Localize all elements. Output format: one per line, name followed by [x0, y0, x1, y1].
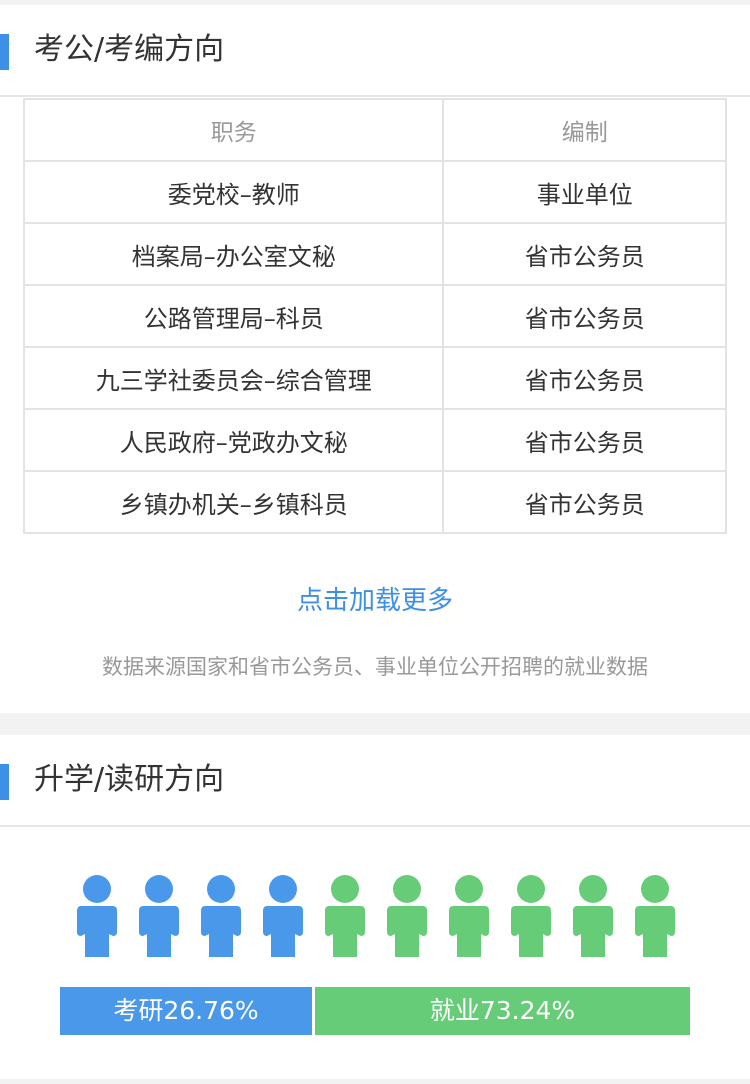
person-head: [83, 875, 111, 903]
employment-bar: 就业73.24%: [315, 987, 690, 1035]
person-employment-icon: [573, 875, 613, 957]
further-study-title: 升学/读研方向: [34, 762, 225, 797]
position-cell: 乡镇办机关–乡镇科员: [22, 470, 445, 534]
person-graduate-icon: [263, 875, 303, 957]
section-accent-bar: [0, 764, 9, 800]
table-row: 公路管理局–科员 省市公务员: [22, 284, 727, 348]
staffing-cell: 省市公务员: [442, 346, 727, 410]
column-header-staffing: 编制: [442, 98, 727, 162]
page: 考公/考编方向 职务 编制 委党校–教师 事业单位 档案局–办公室文秘 省市公务…: [0, 0, 750, 1084]
staffing-cell: 省市公务员: [442, 408, 727, 472]
person-graduate-icon: [77, 875, 117, 957]
position-cell: 人民政府–党政办文秘: [22, 408, 445, 472]
person-head: [579, 875, 607, 903]
exam-direction-card: 考公/考编方向 职务 编制 委党校–教师 事业单位 档案局–办公室文秘 省市公务…: [0, 5, 750, 713]
table-row: 档案局–办公室文秘 省市公务员: [22, 222, 727, 286]
person-head: [641, 875, 669, 903]
position-cell: 九三学社委员会–综合管理: [22, 346, 445, 410]
person-body: [387, 906, 427, 957]
person-employment-icon: [449, 875, 489, 957]
person-body: [139, 906, 179, 957]
exam-direction-title: 考公/考编方向: [34, 32, 225, 67]
person-body: [201, 906, 241, 957]
table-row: 乡镇办机关–乡镇科员 省市公务员: [22, 470, 727, 534]
person-head: [517, 875, 545, 903]
staffing-cell: 省市公务员: [442, 222, 727, 286]
person-head: [393, 875, 421, 903]
person-graduate-icon: [201, 875, 241, 957]
person-employment-icon: [325, 875, 365, 957]
person-body: [263, 906, 303, 957]
data-source-note: 数据来源国家和省市公务员、事业单位公开招聘的就业数据: [102, 655, 648, 679]
person-graduate-icon: [139, 875, 179, 957]
person-employment-icon: [511, 875, 551, 957]
table-header-row: 职务 编制: [22, 98, 727, 162]
section-accent-bar: [0, 34, 9, 70]
staffing-cell: 事业单位: [442, 160, 727, 224]
staffing-cell: 省市公务员: [442, 284, 727, 348]
person-head: [331, 875, 359, 903]
person-head: [207, 875, 235, 903]
exam-direction-header: 考公/考编方向: [0, 5, 750, 97]
staffing-cell: 省市公务员: [442, 470, 727, 534]
person-employment-icon: [635, 875, 675, 957]
graduate-study-bar: 考研26.76%: [60, 987, 312, 1035]
position-cell: 委党校–教师: [22, 160, 445, 224]
person-head: [455, 875, 483, 903]
person-head: [145, 875, 173, 903]
position-cell: 档案局–办公室文秘: [22, 222, 445, 286]
person-head: [269, 875, 297, 903]
person-body: [325, 906, 365, 957]
column-header-position: 职务: [22, 98, 445, 162]
person-employment-icon: [387, 875, 427, 957]
person-body: [635, 906, 675, 957]
person-body: [573, 906, 613, 957]
person-body: [511, 906, 551, 957]
table-row: 九三学社委员会–综合管理 省市公务员: [22, 346, 727, 410]
further-study-card: 升学/读研方向 考研26.76% 就业73.24%: [0, 735, 750, 1079]
further-study-header: 升学/读研方向: [0, 735, 750, 827]
table-row: 人民政府–党政办文秘 省市公务员: [22, 408, 727, 472]
positions-table: 职务 编制 委党校–教师 事业单位 档案局–办公室文秘 省市公务员 公路管理局–…: [22, 98, 727, 534]
load-more-link[interactable]: 点击加载更多: [0, 583, 750, 619]
people-icon-row: [77, 875, 677, 957]
person-body: [449, 906, 489, 957]
position-cell: 公路管理局–科员: [22, 284, 445, 348]
person-body: [77, 906, 117, 957]
table-row: 委党校–教师 事业单位: [22, 160, 727, 224]
